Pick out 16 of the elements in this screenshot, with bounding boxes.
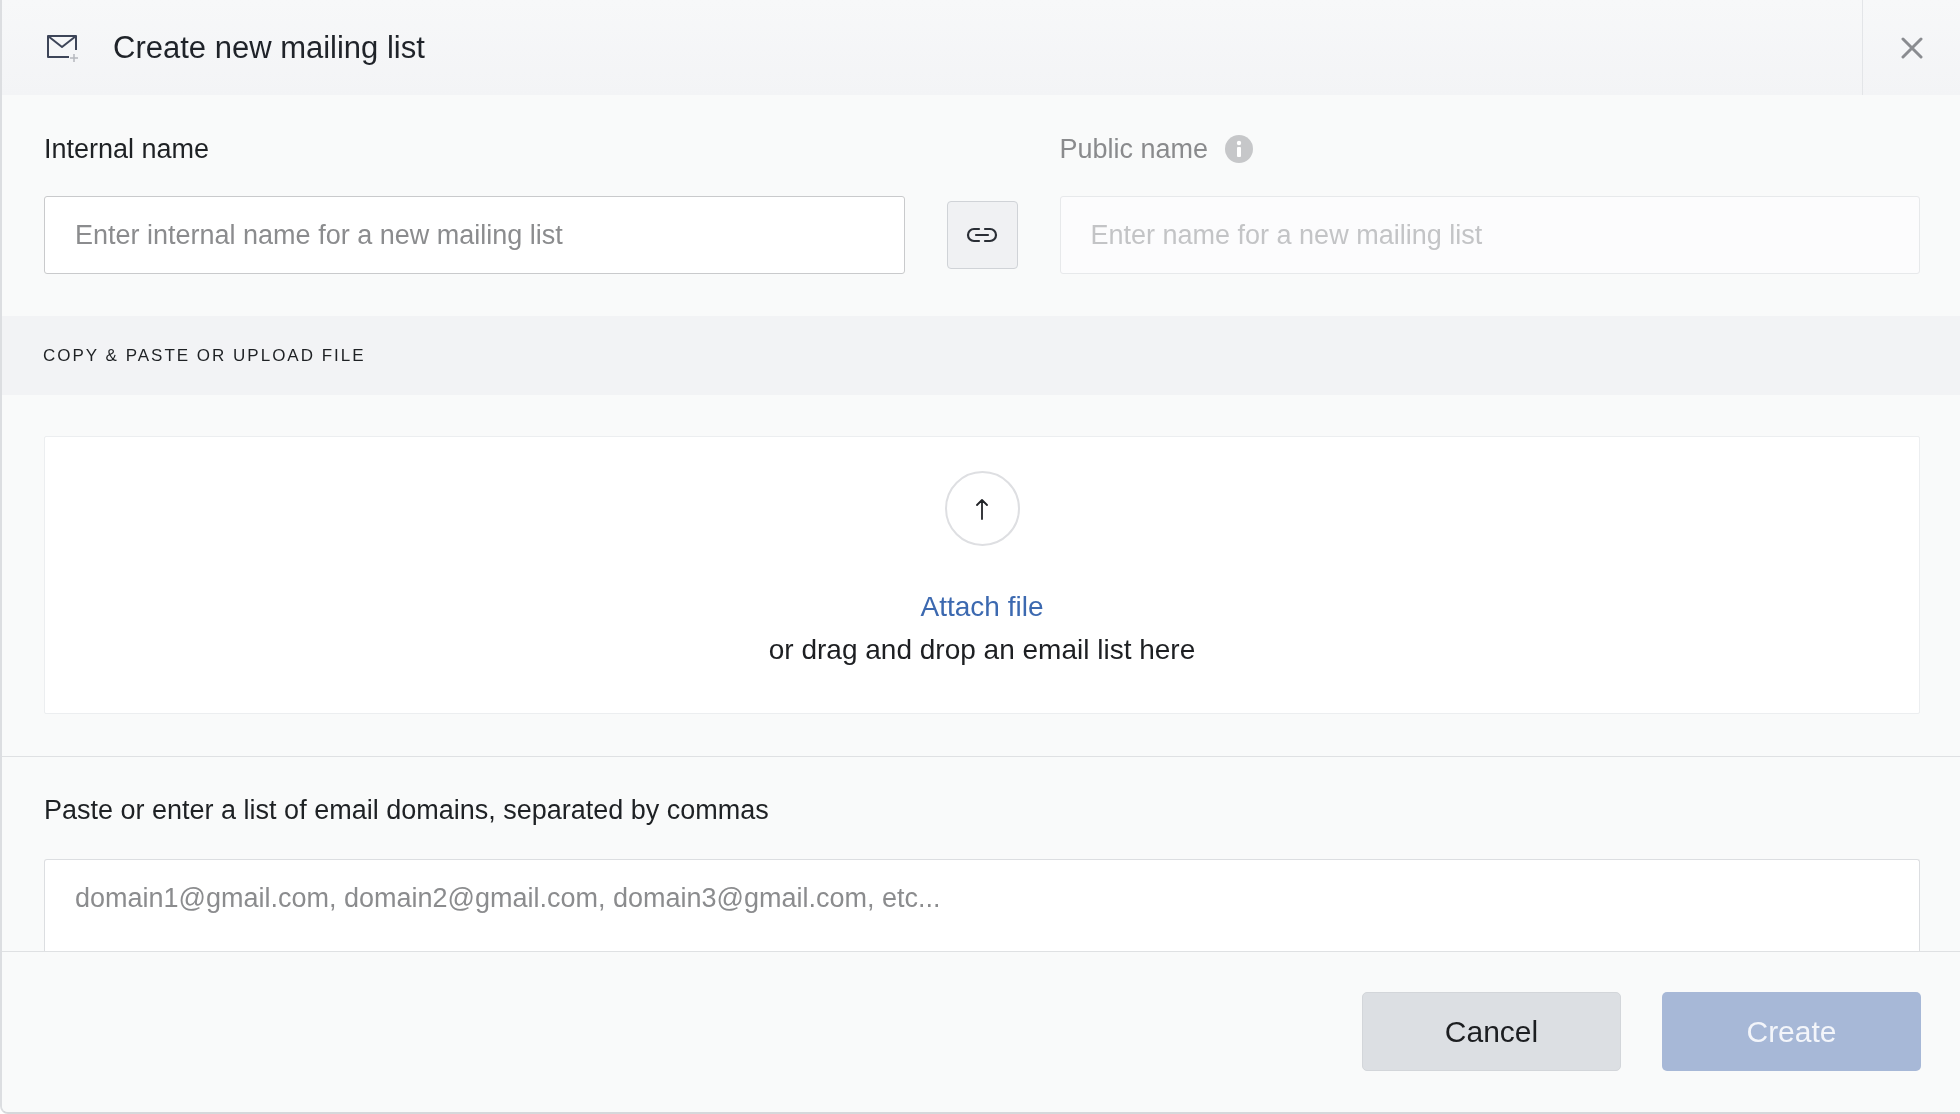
cancel-button[interactable]: Cancel — [1362, 992, 1621, 1071]
dialog-title: Create new mailing list — [113, 28, 425, 67]
envelope-icon — [46, 32, 80, 63]
drop-zone[interactable]: Attach file or drag and drop an email list here — [44, 436, 1920, 714]
field-label: Internal name — [44, 133, 210, 165]
text-field[interactable]: Enter internal name for a new mailing list — [44, 196, 905, 274]
domains-field[interactable]: domain1@gmail.com, domain2@gmail.com, domain3@gmail.com, etc... — [44, 859, 1920, 951]
section-heading: COPY & PASTE OR UPLOAD FILE — [43, 345, 366, 366]
drop-hint: or drag and drop an email list here — [768, 633, 1196, 667]
field-label: Paste or enter a list of email domains, separated by commas — [44, 794, 770, 826]
attach-file-link[interactable]: Attach file — [920, 589, 1044, 625]
arrow-up-icon — [975, 497, 989, 520]
close-icon — [1900, 36, 1923, 59]
link-button[interactable] — [946, 201, 1018, 269]
link-icon — [966, 227, 998, 243]
field-label: Public name — [1059, 133, 1209, 165]
